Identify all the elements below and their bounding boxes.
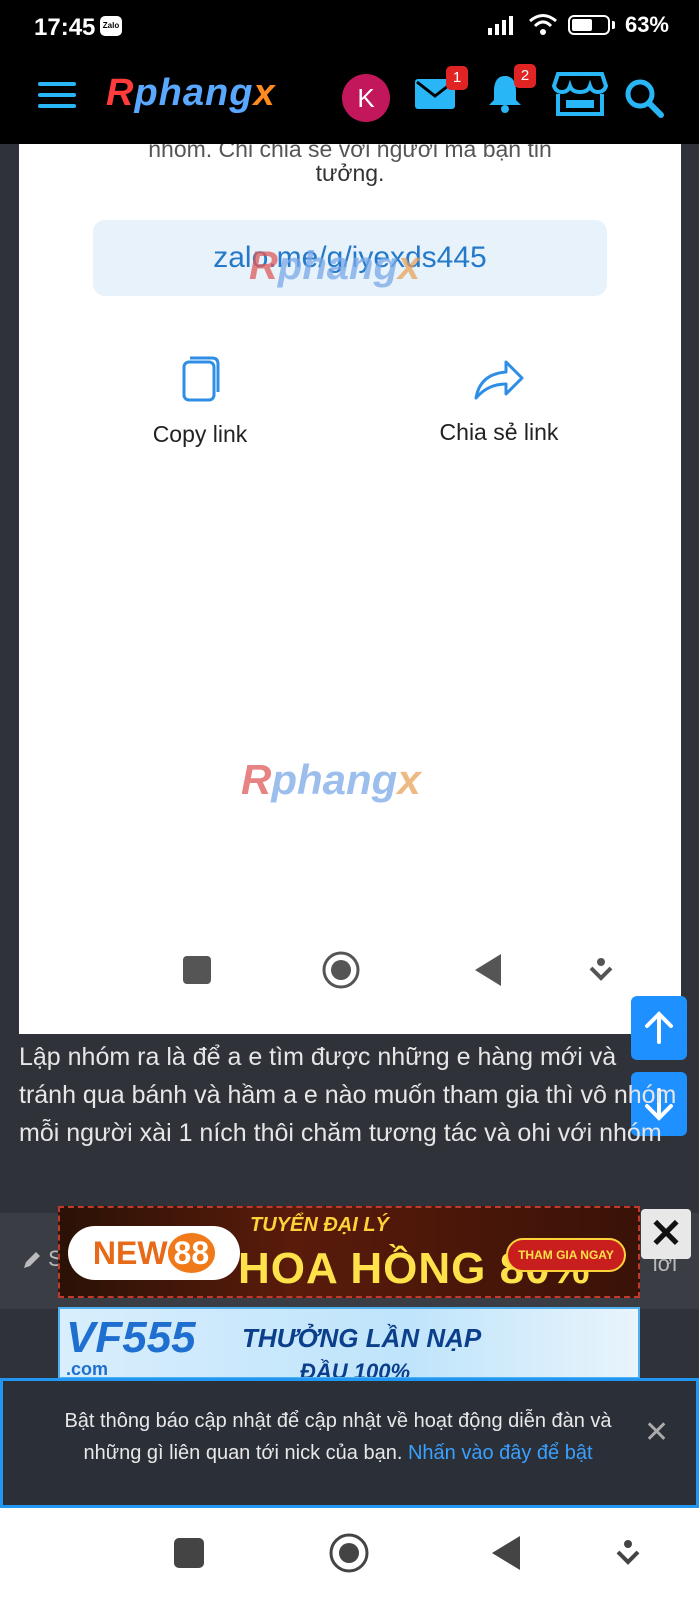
edit-action[interactable]: S <box>22 1246 63 1272</box>
watermark-center: Rphangx <box>241 756 421 804</box>
inner-home-icon <box>322 951 360 989</box>
ad2-headline: THƯỞNG LẦN NẠP <box>242 1323 482 1353</box>
share-description: tưởng. <box>315 160 385 186</box>
ad2-domain: .com <box>66 1359 109 1379</box>
watermark-part-2: phang <box>277 244 398 288</box>
notice-text: Bật thông báo cập nhật để cập nhật về ho… <box>43 1405 633 1469</box>
inner-recents-icon <box>183 956 211 984</box>
alerts-button[interactable]: 2 <box>486 64 536 119</box>
copy-icon <box>182 356 220 402</box>
share-arrow-icon <box>474 360 524 400</box>
inner-back-icon <box>475 954 501 986</box>
back-button-icon[interactable] <box>492 1536 522 1570</box>
ad2-headline-2: ĐẦU 100% <box>300 1359 411 1379</box>
ad1-brand: NEW 88 <box>68 1226 240 1280</box>
status-indicators: 63% <box>486 12 669 38</box>
watermark-part-2: phang <box>271 756 398 803</box>
share-link-action: Chia sẻ link <box>399 358 599 446</box>
user-avatar[interactable]: K <box>342 74 390 122</box>
ad2-brand: VF555 <box>66 1313 196 1362</box>
system-nav-bar <box>0 1508 699 1600</box>
messages-badge: 1 <box>446 66 468 90</box>
status-bar: 17:45 Zalo 63% <box>0 0 699 56</box>
app-header: Rphangx K 1 2 <box>0 56 699 144</box>
watermark-part-3: x <box>397 244 421 288</box>
watermark-part-1: R <box>241 756 272 803</box>
ad-close-button[interactable]: ✕ <box>641 1209 691 1259</box>
zalo-notification-icon: Zalo <box>100 16 122 36</box>
site-logo[interactable]: Rphangx <box>106 72 276 115</box>
logo-part-3: x <box>253 72 276 114</box>
status-time: 17:45 <box>34 14 96 41</box>
post-body-text: Lập nhóm ra là để a e tìm được những e h… <box>19 1043 677 1147</box>
pencil-icon <box>24 1252 40 1269</box>
ad1-brand-number: 88 <box>167 1233 216 1273</box>
watermark-part-1: R <box>249 244 278 288</box>
notice-close-icon[interactable]: ✕ <box>644 1415 669 1450</box>
ad-banner-new88[interactable]: NEW 88 TUYỂN ĐẠI LÝ HOA HỒNG 80% THAM GIA… <box>58 1206 640 1298</box>
logo-part-2: phang <box>134 72 254 114</box>
alerts-badge: 2 <box>514 64 536 88</box>
search-icon[interactable] <box>624 78 664 118</box>
copy-link-label: Copy link <box>152 421 248 447</box>
post-attached-screenshot[interactable]: nhóm. Chỉ chia sẻ với người mà bạn tin t… <box>19 144 681 1034</box>
watermark-top: Rphangx <box>249 244 420 289</box>
watermark-part-3: x <box>397 756 421 803</box>
logo-part-1: R <box>106 72 135 114</box>
ad1-cta-button[interactable]: THAM GIA NGAY <box>506 1238 626 1272</box>
ad1-subtitle: TUYỂN ĐẠI LÝ <box>250 1214 389 1236</box>
wifi-icon <box>528 14 557 35</box>
battery-percent: 63% <box>624 12 669 37</box>
share-link-label: Chia sẻ link <box>439 419 559 445</box>
push-notification-prompt: Bật thông báo cập nhật để cập nhật về ho… <box>0 1378 699 1508</box>
battery-icon <box>567 15 610 35</box>
signal-icon <box>487 16 513 35</box>
home-button-icon[interactable] <box>328 1532 370 1574</box>
hide-keyboard-icon[interactable] <box>616 1538 640 1568</box>
ad-banner-vf555[interactable]: VF555 .com THƯỞNG LẦN NẠP ĐẦU 100% <box>58 1307 640 1379</box>
recents-button-icon[interactable] <box>174 1538 204 1568</box>
copy-link-action: Copy link <box>100 354 300 448</box>
inner-keyboard-icon <box>589 958 613 981</box>
menu-icon[interactable] <box>38 80 76 110</box>
ad1-brand-text: NEW <box>92 1235 168 1271</box>
battery-tip <box>611 21 615 29</box>
messages-button[interactable]: 1 <box>414 66 468 115</box>
store-icon[interactable] <box>552 70 608 118</box>
enable-notifications-link[interactable]: Nhấn vào đây để bật <box>408 1442 593 1464</box>
